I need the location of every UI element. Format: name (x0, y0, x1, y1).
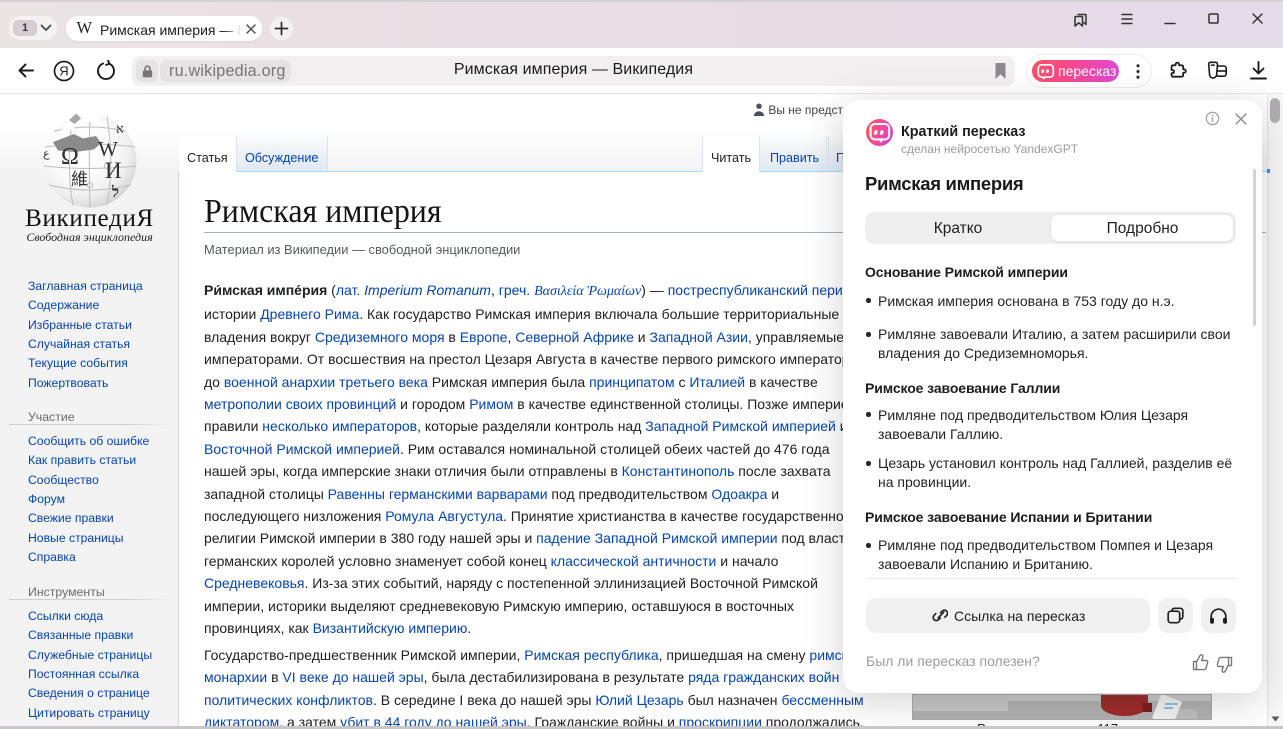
svg-text:維: 維 (71, 170, 88, 189)
svg-text:И: И (105, 158, 122, 183)
svg-text:ל: ל (111, 184, 119, 201)
svg-text:Ω: Ω (61, 144, 79, 170)
svg-text:א: א (116, 121, 124, 136)
svg-text:ع: ع (43, 148, 50, 160)
